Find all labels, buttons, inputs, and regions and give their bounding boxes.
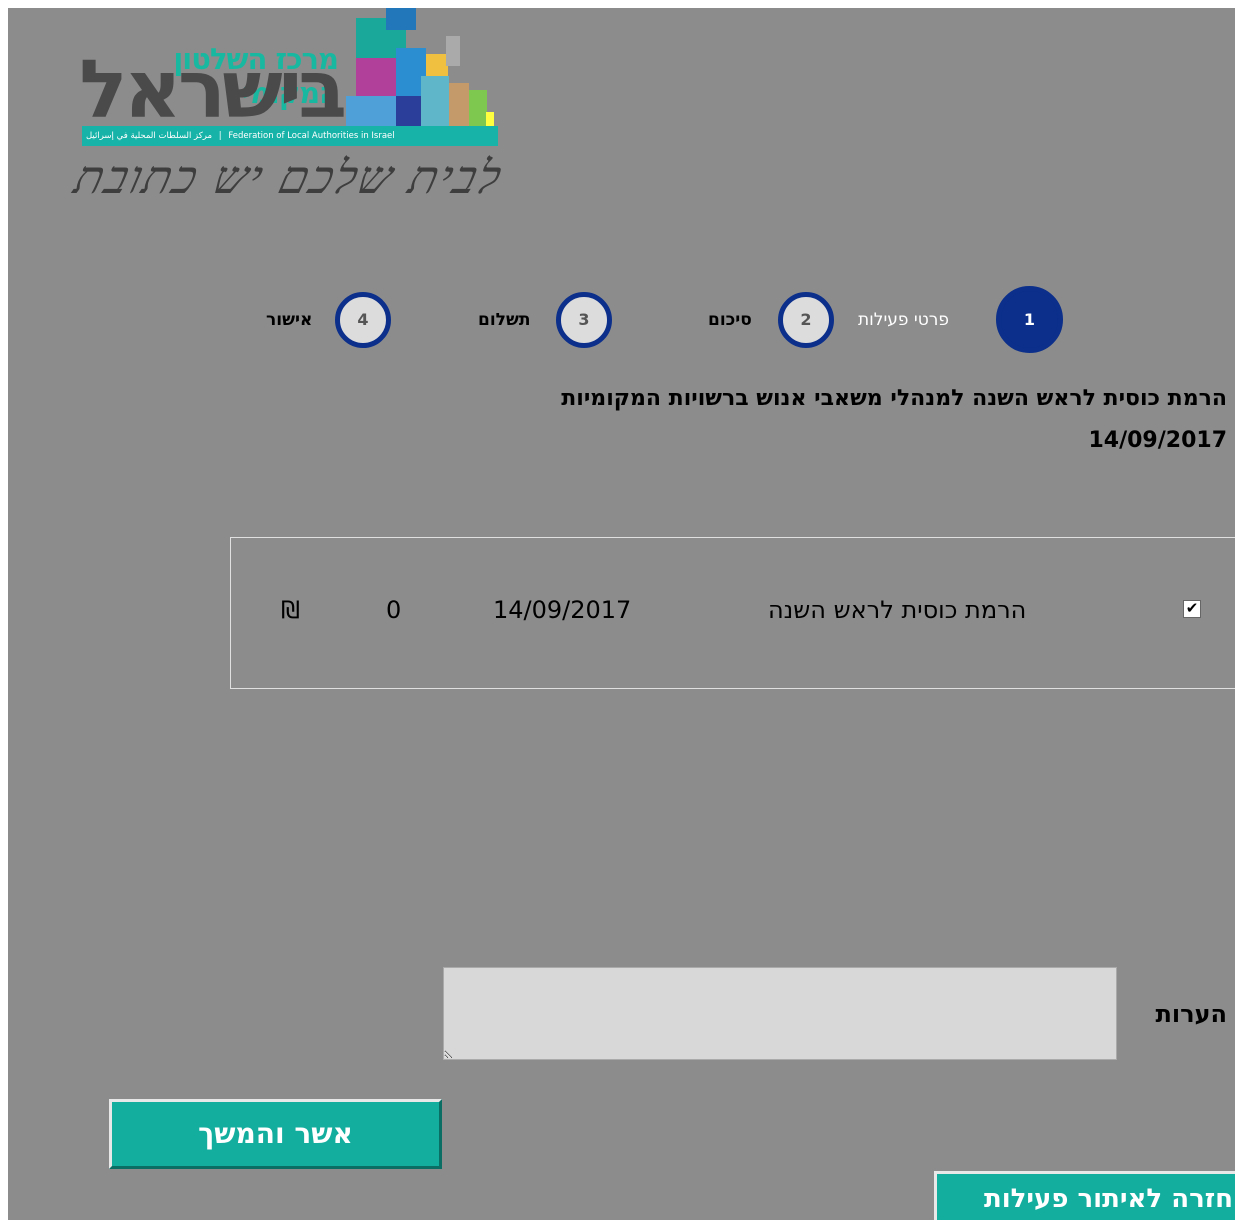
logo-blocks-graphic [346,8,496,126]
step-4-label: אישור [266,310,313,330]
logo-slogan: לבית שלכם יש כתובת [69,150,509,204]
step-3-label: תשלום [478,310,531,330]
step-1-circle: 1 [996,286,1063,353]
steps-bar: 1 פרטי פעילות 2 סיכום 3 תשלום 4 אישור [8,286,1235,362]
logo-band-arabic: مركز السلطات المحلية في إسرائيل [86,131,213,141]
comments-label: הערות [1155,1000,1227,1028]
page: מרכז השלטון המקומי בישראל مركز السلطات ا… [8,8,1235,1220]
step-4-circle: 4 [335,292,391,348]
step-2-circle: 2 [778,292,834,348]
back-to-search-button[interactable]: חזרה לאיתור פעילות [934,1171,1235,1220]
step-2-label: סיכום [708,310,752,330]
activity-date: 14/09/2017 [1088,428,1227,453]
activity-row-name: הרמת כוסית לראש השנה [768,596,1027,624]
activity-table: ✔ הרמת כוסית לראש השנה 14/09/2017 0 ₪ [230,537,1235,689]
confirm-continue-button[interactable]: אשר והמשך [109,1099,442,1169]
activity-title: הרמת כוסית לראש השנה למנהלי משאבי אנוש ב… [561,386,1227,411]
logo-title-main: בישראל [79,43,347,136]
logo-band-english: Federation of Local Authorities in Israe… [228,131,395,141]
logo: מרכז השלטון המקומי בישראל مركز السلطات ا… [69,8,518,223]
activity-row-date: 14/09/2017 [493,596,632,624]
comments-textarea[interactable] [443,967,1117,1060]
step-1-label: פרטי פעילות [858,310,949,330]
currency-symbol: ₪ [281,596,300,624]
logo-band: مركز السلطات المحلية في إسرائيل | Federa… [82,126,498,146]
activity-row-price: 0 [386,596,402,624]
activity-checkbox[interactable]: ✔ [1183,600,1201,618]
step-3-circle: 3 [556,292,612,348]
